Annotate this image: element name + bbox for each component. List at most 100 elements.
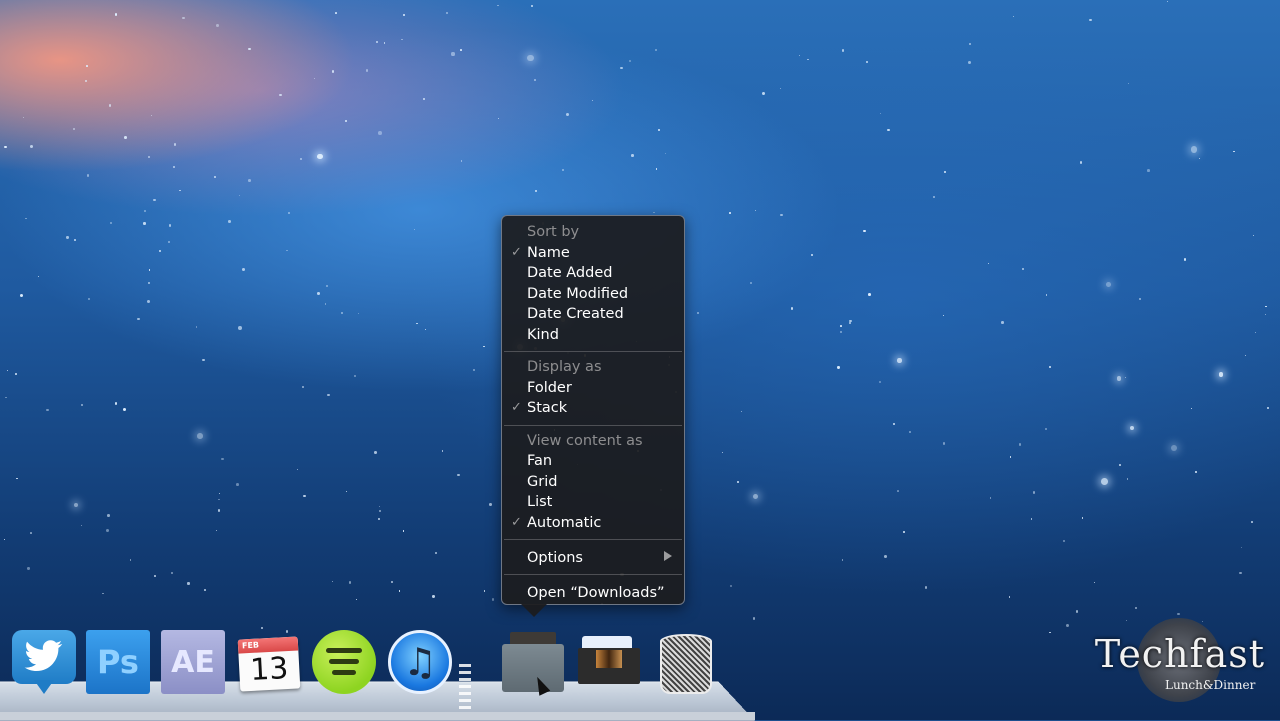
- star: [798, 55, 800, 57]
- star: [969, 42, 971, 45]
- menu-item-display-stack[interactable]: ✓ Stack: [502, 398, 684, 419]
- star: [197, 433, 203, 439]
- star: [866, 61, 869, 64]
- menu-item-view-list[interactable]: List: [502, 492, 684, 513]
- star: [355, 598, 358, 601]
- star: [288, 212, 290, 215]
- menu-item-sort-date-added[interactable]: Date Added: [502, 263, 684, 284]
- star: [943, 170, 947, 174]
- star: [422, 98, 425, 101]
- star: [837, 366, 840, 369]
- menu-item-view-automatic[interactable]: ✓ Automatic: [502, 513, 684, 534]
- star: [1147, 169, 1150, 172]
- star: [38, 275, 40, 277]
- star: [114, 402, 118, 406]
- star: [1101, 478, 1108, 486]
- star: [187, 582, 190, 585]
- star: [182, 16, 185, 20]
- star: [933, 196, 936, 199]
- star: [378, 518, 381, 521]
- star: [158, 249, 161, 252]
- menu-item-label: Grid: [527, 473, 558, 490]
- dock-item-twitter[interactable]: [12, 630, 76, 694]
- menu-separator: [504, 424, 682, 426]
- star: [989, 497, 992, 499]
- star: [143, 222, 146, 225]
- star: [1045, 294, 1048, 297]
- dock-item-itunes[interactable]: ♫: [388, 630, 452, 694]
- star: [1124, 377, 1127, 379]
- menu-item-open-downloads[interactable]: Open “Downloads”: [502, 580, 684, 606]
- star: [314, 78, 316, 80]
- star: [806, 58, 809, 61]
- star: [1125, 619, 1127, 622]
- star: [167, 240, 170, 243]
- star: [122, 407, 126, 411]
- dock-item-ical[interactable]: FEB 13: [237, 634, 301, 692]
- menu-item-sort-kind[interactable]: Kind: [502, 325, 684, 346]
- menu-item-sort-date-modified[interactable]: Date Modified: [502, 284, 684, 305]
- star: [1240, 546, 1243, 549]
- star: [752, 493, 758, 500]
- menu-item-view-fan[interactable]: Fan: [502, 451, 684, 472]
- star: [483, 590, 485, 592]
- spotify-icon: [312, 630, 376, 694]
- dock-item-trash[interactable]: [654, 630, 718, 694]
- star: [85, 79, 87, 82]
- star: [1255, 331, 1257, 333]
- star: [390, 580, 394, 584]
- calendar-day: 13: [249, 651, 290, 688]
- star: [285, 630, 289, 633]
- star: [107, 514, 110, 517]
- star: [221, 457, 224, 461]
- menu-item-view-grid[interactable]: Grid: [502, 472, 684, 493]
- star: [841, 49, 845, 52]
- star: [16, 477, 18, 479]
- star: [749, 282, 752, 285]
- documents-thumbnail: [596, 650, 622, 668]
- star: [147, 156, 150, 159]
- star: [46, 408, 49, 412]
- menu-item-label: Stack: [527, 400, 568, 416]
- star: [451, 52, 455, 56]
- star: [461, 160, 463, 162]
- dock-item-downloads-stack[interactable]: [500, 630, 564, 694]
- star: [988, 263, 990, 265]
- star: [1251, 521, 1253, 523]
- star: [619, 66, 623, 70]
- menu-separator: [504, 351, 682, 352]
- star: [435, 551, 438, 555]
- star: [1021, 267, 1024, 270]
- spotify-wave: [326, 648, 362, 653]
- star: [457, 473, 460, 476]
- star: [1253, 235, 1255, 237]
- star: [401, 38, 403, 41]
- star: [80, 403, 83, 406]
- dock-item-after-effects[interactable]: AE: [161, 630, 225, 694]
- calendar-icon: FEB 13: [237, 636, 301, 692]
- star: [73, 128, 75, 130]
- star: [109, 221, 112, 224]
- star: [331, 70, 334, 73]
- star: [729, 584, 733, 588]
- star: [1094, 581, 1096, 583]
- menu-item-sort-name[interactable]: ✓ Name: [502, 243, 684, 264]
- menu-header-display-as: Display as: [527, 359, 602, 375]
- dock-item-photoshop[interactable]: Ps: [86, 630, 150, 694]
- menu-item-sort-date-created[interactable]: Date Created: [502, 304, 684, 325]
- star: [302, 385, 305, 388]
- star: [348, 580, 352, 584]
- star: [1177, 612, 1180, 616]
- menu-item-display-folder[interactable]: Folder: [502, 378, 684, 399]
- star: [403, 13, 406, 16]
- star: [848, 321, 851, 324]
- dock-item-documents-stack[interactable]: [576, 630, 640, 694]
- menu-item-options[interactable]: Options: [502, 545, 684, 571]
- downloads-stack-icon: [502, 644, 564, 692]
- star: [942, 442, 946, 445]
- star: [665, 152, 667, 154]
- star: [137, 317, 140, 321]
- star: [1045, 428, 1047, 430]
- dock-item-spotify[interactable]: [312, 630, 376, 694]
- star: [384, 42, 386, 44]
